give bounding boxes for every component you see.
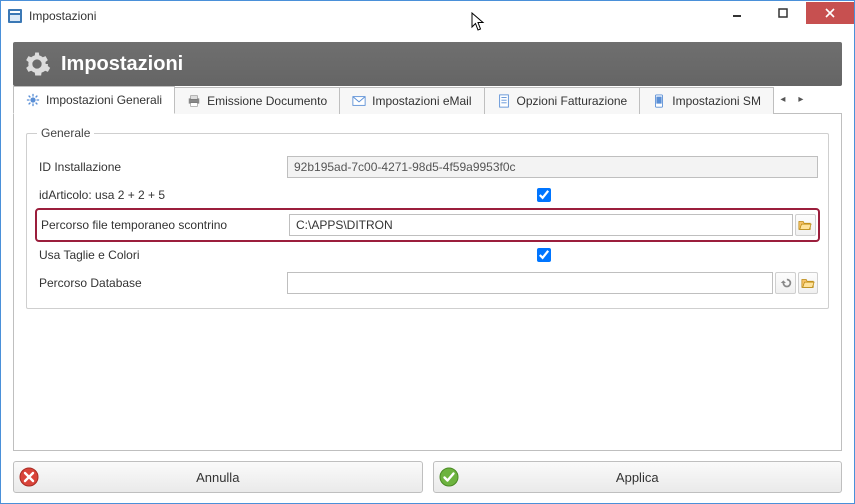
tab-label: Impostazioni SM <box>672 94 761 108</box>
app-icon <box>7 8 23 24</box>
tab-scroll-right-icon[interactable]: ▸ <box>793 86 809 113</box>
maximize-button[interactable] <box>760 2 806 24</box>
undo-icon <box>779 276 793 290</box>
phone-icon <box>652 94 666 108</box>
tab-label: Opzioni Fatturazione <box>517 94 628 108</box>
titlebar: Impostazioni <box>1 0 854 30</box>
checkbox-taglie-colori[interactable] <box>537 248 551 262</box>
settings-window: Impostazioni Impostazioni Impostazioni G… <box>0 0 855 504</box>
gear-icon <box>23 50 51 78</box>
apply-icon <box>434 466 464 488</box>
printer-icon <box>187 94 201 108</box>
tab-label: Emissione Documento <box>207 94 327 108</box>
tab-emissione-documento[interactable]: Emissione Documento <box>174 87 340 114</box>
tab-impostazioni-generali[interactable]: Impostazioni Generali <box>13 86 175 114</box>
row-id-installazione: ID Installazione <box>37 154 818 180</box>
browse-db-button[interactable] <box>798 272 818 294</box>
folder-open-icon <box>801 276 815 290</box>
window-controls <box>714 1 854 30</box>
input-id-installazione[interactable] <box>287 156 818 178</box>
page-title: Impostazioni <box>61 53 183 76</box>
checkbox-id-articolo[interactable] <box>537 188 551 202</box>
page-header: Impostazioni <box>13 42 842 86</box>
row-taglie-colori: Usa Taglie e Colori <box>37 242 818 268</box>
tab-scroll-left-icon[interactable]: ◂ <box>775 86 791 113</box>
group-legend: Generale <box>37 126 94 140</box>
document-icon <box>497 94 511 108</box>
content-area: Impostazioni Impostazioni Generali Emiss… <box>1 30 854 503</box>
label-id-installazione: ID Installazione <box>37 160 287 174</box>
apply-label: Applica <box>464 470 842 485</box>
tab-bar: Impostazioni Generali Emissione Document… <box>13 86 842 114</box>
cancel-icon <box>14 466 44 488</box>
input-percorso-temp[interactable] <box>289 214 793 236</box>
apply-button[interactable]: Applica <box>433 461 843 493</box>
row-percorso-temp: Percorso file temporaneo scontrino <box>37 210 818 240</box>
mail-icon <box>352 94 366 108</box>
browse-temp-button[interactable] <box>795 214 816 236</box>
gear-small-icon <box>26 93 40 107</box>
input-percorso-db[interactable] <box>287 272 773 294</box>
tab-impostazioni-sm[interactable]: Impostazioni SM <box>639 87 774 114</box>
label-id-articolo: idArticolo: usa 2 + 2 + 5 <box>37 188 287 202</box>
tab-impostazioni-email[interactable]: Impostazioni eMail <box>339 87 484 114</box>
footer-buttons: Annulla Applica <box>13 451 842 493</box>
row-percorso-db: Percorso Database <box>37 270 818 296</box>
tab-label: Impostazioni eMail <box>372 94 471 108</box>
group-generale: Generale ID Installazione idArticolo: us… <box>26 126 829 309</box>
row-id-articolo: idArticolo: usa 2 + 2 + 5 <box>37 182 818 208</box>
cancel-label: Annulla <box>44 470 422 485</box>
label-percorso-db: Percorso Database <box>37 276 287 290</box>
window-title: Impostazioni <box>29 9 714 23</box>
minimize-button[interactable] <box>714 2 760 24</box>
label-taglie-colori: Usa Taglie e Colori <box>37 248 287 262</box>
folder-open-icon <box>798 218 812 232</box>
cancel-button[interactable]: Annulla <box>13 461 423 493</box>
tab-opzioni-fatturazione[interactable]: Opzioni Fatturazione <box>484 87 641 114</box>
tab-page-generali: Generale ID Installazione idArticolo: us… <box>13 114 842 451</box>
label-percorso-temp: Percorso file temporaneo scontrino <box>39 218 289 232</box>
tab-label: Impostazioni Generali <box>46 93 162 107</box>
close-button[interactable] <box>806 2 854 24</box>
reset-db-button[interactable] <box>775 272 795 294</box>
